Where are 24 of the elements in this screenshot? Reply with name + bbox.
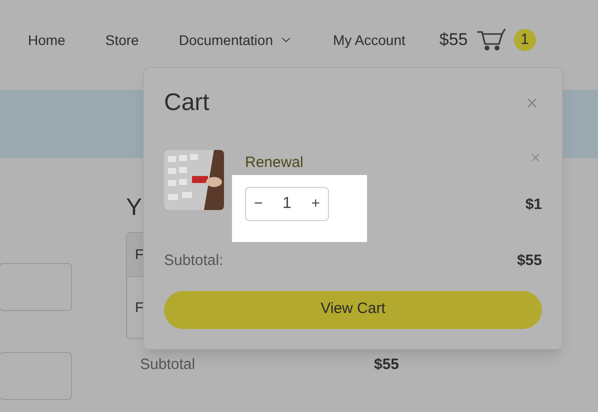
nav-link[interactable]: Store	[105, 30, 139, 50]
subtotal-label: Subtotal	[140, 355, 196, 375]
nav-link[interactable]: My Account	[333, 30, 406, 50]
subtotal-value: $55	[516, 251, 542, 271]
page-heading: Y	[126, 193, 142, 223]
product-name[interactable]: Renewal	[245, 153, 367, 173]
input-field[interactable]	[0, 263, 72, 311]
item-price: $1	[525, 195, 542, 215]
quantity-value: 1	[282, 194, 292, 214]
table-cell-text: F	[135, 298, 144, 317]
view-cart-button[interactable]: View Cart	[164, 290, 542, 328]
subtotal-label: Subtotal:	[164, 251, 224, 271]
nav-link[interactable]: Home	[28, 30, 66, 50]
nav-link[interactable]: Documentation	[178, 30, 293, 50]
cart-total: $55	[439, 29, 468, 52]
remove-item-icon[interactable]	[529, 151, 542, 164]
cart-icon[interactable]	[476, 28, 506, 52]
table-cell-text: F	[135, 245, 144, 264]
cart-count-badge: 1	[514, 29, 536, 51]
increment-button[interactable]: +	[311, 192, 320, 216]
decrement-button[interactable]: −	[254, 192, 263, 216]
cart-title: Cart	[164, 88, 210, 118]
input-field[interactable]	[0, 352, 72, 400]
subtotal-value: $55	[374, 355, 400, 375]
